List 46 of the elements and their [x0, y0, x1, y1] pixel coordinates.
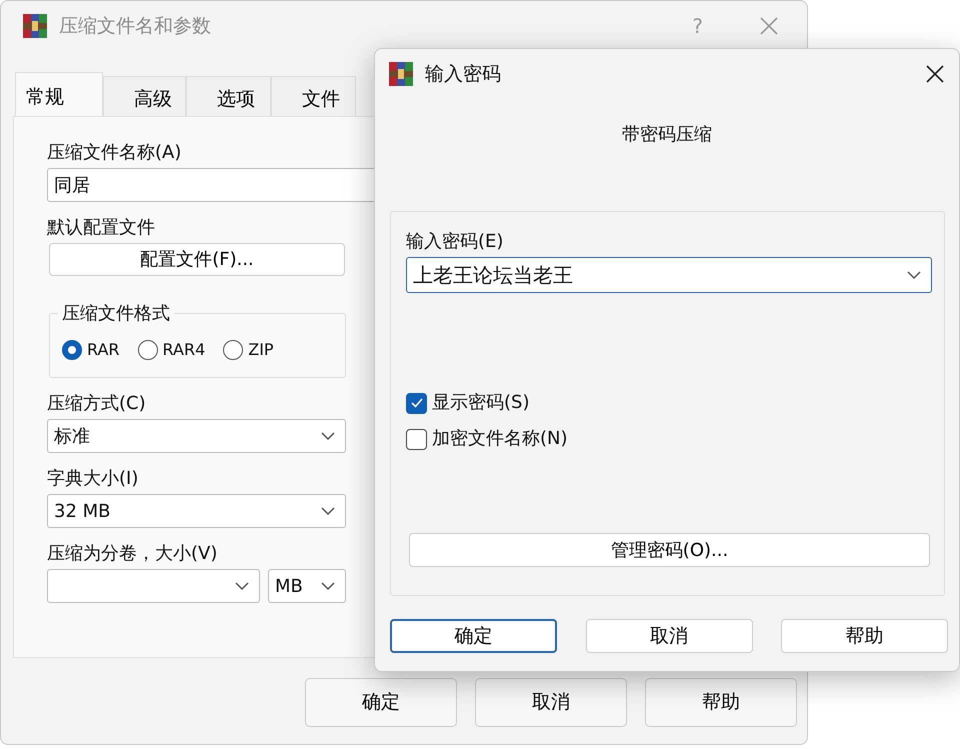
- radio-button[interactable]: [223, 340, 244, 360]
- checkbox-label: 加密文件名称(N): [432, 427, 568, 451]
- radio-button[interactable]: [62, 340, 82, 360]
- chevron-down-icon: [321, 432, 335, 440]
- unit-dropdown[interactable]: MB: [268, 569, 346, 603]
- field-label: 输入密码(E): [406, 230, 504, 254]
- close-icon: [759, 16, 779, 36]
- field-label: 压缩方式(C): [47, 392, 146, 416]
- checkbox-label: 显示密码(S): [432, 391, 530, 415]
- field-label: 默认配置文件: [47, 216, 155, 240]
- dialog-button[interactable]: 帮助: [645, 678, 797, 727]
- archive-app-icon: [23, 14, 47, 38]
- field-label: 压缩文件名称(A): [47, 141, 182, 165]
- tab[interactable]: 高级: [103, 76, 186, 116]
- close-icon: [925, 64, 945, 84]
- chevron-down-icon: [235, 582, 249, 590]
- checkmark-icon: [410, 397, 424, 409]
- radio-button[interactable]: [138, 340, 158, 360]
- password-combo[interactable]: 上老王论坛当老王: [406, 257, 932, 293]
- manage-passwords-button[interactable]: 管理密码(O)...: [409, 533, 930, 567]
- radio-label: RAR4: [162, 338, 206, 360]
- field-label: 压缩为分卷，大小(V): [47, 542, 218, 566]
- radio-label: RAR: [87, 338, 120, 360]
- checkbox[interactable]: [406, 392, 427, 414]
- dialog-button[interactable]: 取消: [586, 619, 752, 653]
- profiles-button[interactable]: 配置文件(F)...: [49, 243, 345, 276]
- chevron-down-icon: [907, 270, 921, 280]
- checkbox[interactable]: [406, 428, 427, 450]
- window-title: 输入密码: [425, 62, 501, 87]
- tab[interactable]: 文件: [271, 76, 356, 116]
- archive-app-icon: [389, 62, 413, 86]
- field-label: 字典大小(I): [47, 467, 138, 491]
- dictionary-dropdown[interactable]: 32 MB: [47, 494, 346, 528]
- close-button[interactable]: [925, 64, 945, 84]
- method-dropdown[interactable]: 标准: [47, 419, 346, 453]
- tab[interactable]: 选项: [186, 76, 271, 116]
- dialog-button[interactable]: 取消: [475, 678, 627, 727]
- dialog-button[interactable]: 帮助: [781, 619, 948, 653]
- dialog-button[interactable]: 确定: [390, 619, 557, 653]
- dialog-button[interactable]: 确定: [305, 678, 457, 727]
- chevron-down-icon: [321, 506, 335, 516]
- radio-label: ZIP: [248, 338, 274, 360]
- chevron-down-icon: [321, 582, 335, 590]
- tab[interactable]: 常规: [15, 72, 103, 116]
- dialog-heading: 带密码压缩: [622, 123, 712, 147]
- window-title: 压缩文件名和参数: [59, 14, 211, 39]
